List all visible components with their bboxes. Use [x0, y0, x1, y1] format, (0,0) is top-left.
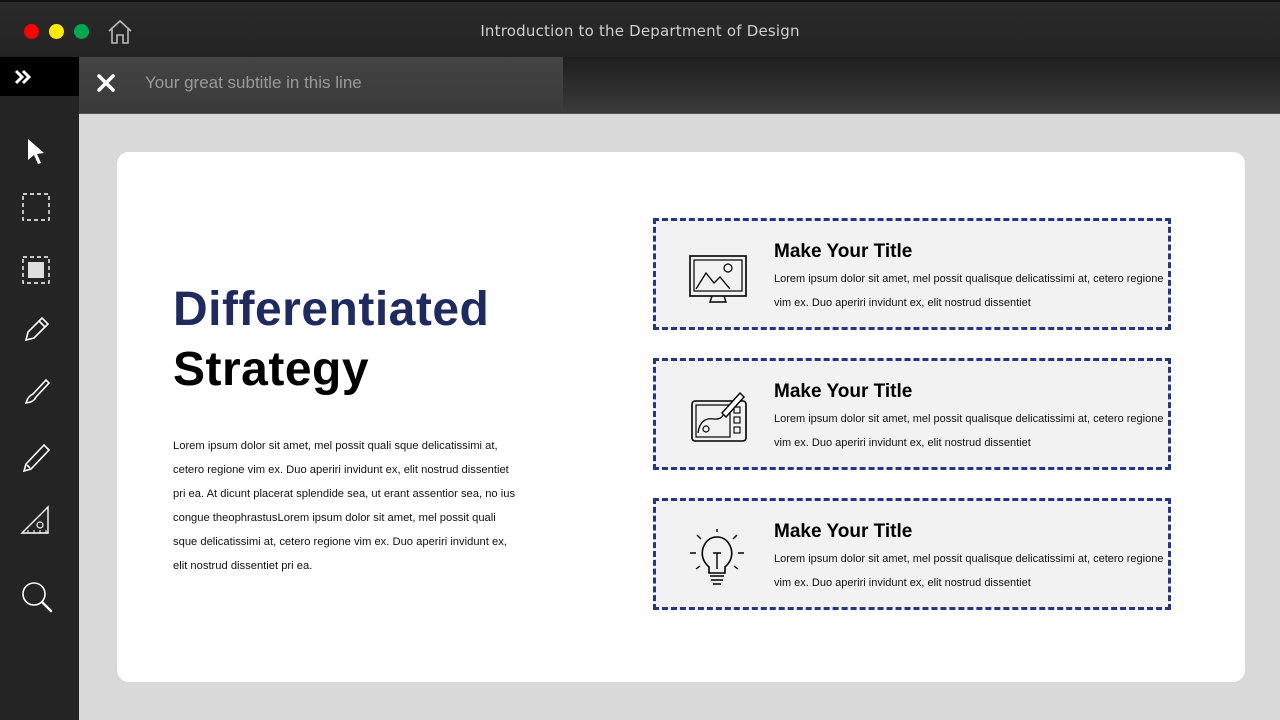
feature-card-3: Make Your Title Lorem ipsum dolor sit am…	[653, 498, 1171, 610]
feature-card-2: Make Your Title Lorem ipsum dolor sit am…	[653, 358, 1171, 470]
pointer-icon[interactable]	[18, 132, 56, 170]
slide-body-text: Lorem ipsum dolor sit amet, mel possit q…	[173, 440, 516, 572]
subtitle-tab-label: Your great subtitle in this line	[145, 73, 362, 92]
feature-title: Make Your Title	[774, 241, 913, 262]
slide-card: Differentiated Strategy Lorem ipsum dolo…	[117, 152, 1245, 682]
feature-title: Make Your Title	[774, 381, 913, 402]
marquee-select-icon[interactable]	[18, 189, 56, 227]
window-title: Introduction to the Department of Design	[480, 22, 800, 40]
pencil-icon[interactable]	[18, 310, 56, 348]
feature-description: Lorem ipsum dolor sit amet, mel possit q…	[774, 413, 1164, 449]
tool-sidebar	[0, 96, 79, 720]
frame-select-icon[interactable]	[18, 252, 56, 290]
ruler-triangle-icon[interactable]	[18, 500, 56, 538]
drawing-tablet-icon	[684, 389, 750, 445]
sidebar-expand-button[interactable]	[0, 57, 79, 96]
image-monitor-icon	[684, 249, 750, 305]
title-bar: Introduction to the Department of Design	[0, 0, 1280, 57]
feature-description: Lorem ipsum dolor sit amet, mel possit q…	[774, 553, 1164, 589]
search-icon[interactable]	[18, 578, 56, 616]
feature-card-1: Make Your Title Lorem ipsum dolor sit am…	[653, 218, 1171, 330]
lightbulb-icon	[684, 527, 750, 585]
close-icon[interactable]	[94, 71, 118, 95]
subtitle-tab[interactable]: Your great subtitle in this line	[79, 57, 563, 113]
brush-icon[interactable]	[18, 372, 56, 410]
feature-description: Lorem ipsum dolor sit amet, mel possit q…	[774, 273, 1164, 309]
slide-heading-line1: Differentiated	[173, 283, 490, 336]
pen-icon[interactable]	[18, 438, 56, 476]
feature-title: Make Your Title	[774, 521, 913, 542]
slide-heading-line2: Strategy	[173, 343, 370, 396]
